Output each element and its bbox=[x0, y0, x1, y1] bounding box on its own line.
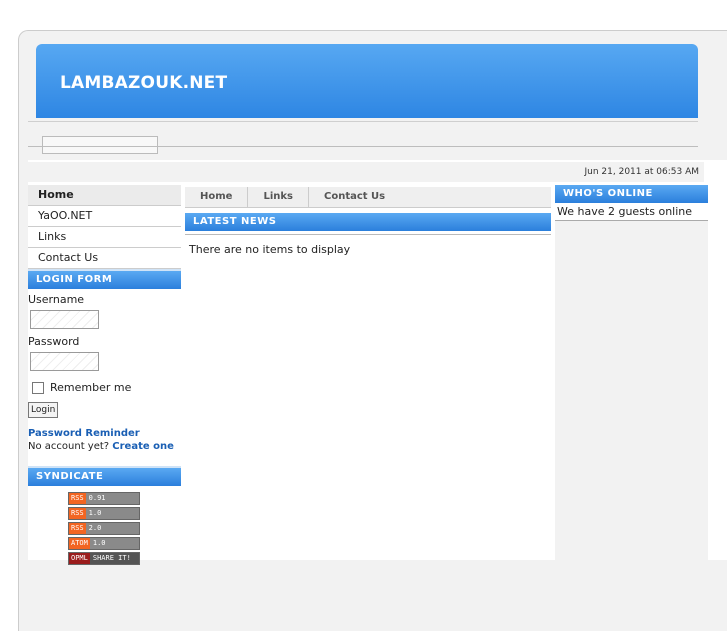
username-field[interactable] bbox=[30, 310, 99, 329]
menu-item-yaoo[interactable]: YaOO.NET bbox=[28, 206, 181, 227]
remember-me-row: Remember me bbox=[28, 381, 181, 394]
menu-item-home[interactable]: Home bbox=[28, 185, 181, 206]
no-account-row: No account yet? Create one bbox=[28, 441, 181, 452]
latest-news-divider bbox=[185, 234, 551, 235]
rss-10-badge[interactable]: RSS 1.0 bbox=[68, 507, 140, 520]
password-reminder-row: Password Reminder bbox=[28, 426, 181, 439]
username-label: Username bbox=[28, 293, 85, 306]
no-account-text: No account yet? bbox=[28, 441, 110, 452]
remember-me-checkbox[interactable] bbox=[32, 381, 44, 394]
site-title[interactable]: LAMBAZOUK.NET bbox=[60, 73, 227, 93]
main-column: Home Links Contact Us LATEST NEWS There … bbox=[185, 187, 551, 256]
tab-links[interactable]: Links bbox=[248, 187, 309, 207]
latest-news-heading: LATEST NEWS bbox=[185, 213, 551, 231]
login-form-heading: LOGIN FORM bbox=[28, 269, 181, 289]
opml-badge[interactable]: OPML SHARE IT! bbox=[68, 552, 140, 565]
login-button[interactable]: Login bbox=[28, 402, 59, 418]
rss-20-badge[interactable]: RSS 2.0 bbox=[68, 522, 140, 535]
rss-091-badge[interactable]: RSS 0.91 bbox=[68, 492, 140, 505]
tab-home[interactable]: Home bbox=[185, 187, 249, 207]
syndicate-feeds: RSS 0.91 RSS 1.0 RSS 2.0 ATOM 1.0 OPML SHARE … bbox=[68, 492, 181, 565]
current-date: Jun 21, 2011 at 06:53 AM bbox=[584, 167, 700, 177]
menu-item-links[interactable]: Links bbox=[28, 227, 181, 248]
tab-contact[interactable]: Contact Us bbox=[309, 187, 400, 207]
syndicate-heading: SYNDICATE bbox=[28, 466, 181, 486]
whos-online-text: We have 2 guests online bbox=[555, 203, 708, 221]
top-nav: Home Links Contact Us bbox=[185, 187, 551, 208]
password-field[interactable] bbox=[30, 352, 99, 371]
atom-10-badge[interactable]: ATOM 1.0 bbox=[68, 537, 140, 550]
create-account-link[interactable]: Create one bbox=[112, 441, 174, 452]
password-label: Password bbox=[28, 335, 80, 348]
right-column: WHO'S ONLINE We have 2 guests online bbox=[555, 185, 708, 565]
password-reminder-link[interactable]: Password Reminder bbox=[28, 428, 140, 439]
menu-item-contact[interactable]: Contact Us bbox=[28, 248, 181, 269]
remember-me-label: Remember me bbox=[50, 381, 132, 394]
latest-news-text: There are no items to display bbox=[189, 243, 351, 256]
whos-online-heading: WHO'S ONLINE bbox=[555, 185, 708, 203]
left-column: Home YaOO.NET Links Contact Us LOGIN FOR… bbox=[28, 185, 181, 567]
search-input[interactable] bbox=[42, 136, 158, 154]
header-divider-bottom bbox=[28, 146, 698, 147]
header-divider bbox=[28, 121, 698, 122]
